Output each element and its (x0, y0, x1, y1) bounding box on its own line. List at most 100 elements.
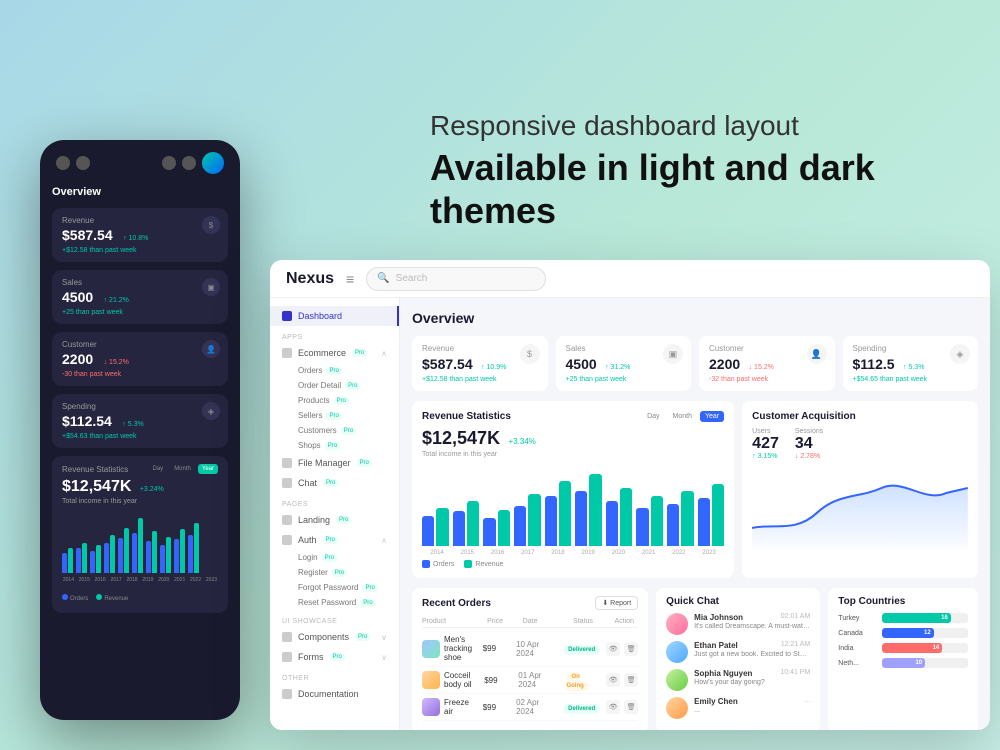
order-view-btn-3[interactable]: 👁 (606, 700, 620, 714)
sidebar-subitem-sellers[interactable]: Sellers Pro (270, 408, 399, 423)
product-thumb-3 (422, 698, 440, 716)
chat-item-4: Emily Chen ... ... (666, 697, 810, 719)
spending-card-icon: ◈ (950, 344, 970, 364)
ecommerce-badge: Pro (352, 349, 367, 357)
product-thumb-2 (422, 671, 440, 689)
topbar-search-icon: 🔍 (377, 273, 389, 284)
order-delete-btn-1[interactable]: 🗑 (624, 642, 638, 656)
order-status-2: On Going (566, 672, 588, 691)
quick-chat-panel: Quick Chat Mia Johnson 02:01 AM It's cal… (656, 588, 820, 730)
mobile-sales-card: Sales 4500 ↑ 21.2% +25 than past week ▣ (52, 270, 228, 324)
order-date-2: 01 Apr 2024 (518, 671, 560, 689)
mobile-search-icon (76, 156, 90, 170)
sidebar-item-ecommerce[interactable]: Ecommerce Pro ∧ (270, 343, 399, 363)
table-row: Freeze air $99 02 Apr 2024 Delivered 👁 🗑 (422, 694, 638, 721)
sidebar-section-apps: Apps (270, 326, 399, 343)
mobile-settings-icon (162, 156, 176, 170)
col-header-status: Status (573, 618, 608, 625)
chat-content-4: Emily Chen ... ... (694, 697, 810, 719)
mobile-chart-legend: Orders Revenue (62, 587, 218, 605)
acq-users-label: Users (752, 428, 779, 435)
sidebar-item-documentation[interactable]: Documentation (270, 684, 399, 704)
country-bar-bg-neth: 10 (882, 658, 968, 668)
sellers-badge: Pro (326, 412, 341, 420)
mobile-chart-bars (62, 513, 218, 573)
customer-card-growth: ↓ 15.2% (749, 364, 774, 371)
mobile-tab-year[interactable]: Year (198, 464, 218, 474)
rev-tab-year[interactable]: Year (700, 411, 724, 422)
chat-msg-2: Just got a new book. Excited to Start... (694, 651, 810, 658)
acq-users: Users 427 ↑ 3.15% (752, 428, 779, 460)
country-row-neth: Neth... 10 (838, 658, 968, 668)
chat-avatar-2 (666, 641, 688, 663)
chat-content-2: Ethan Patel 12:21 AM Just got a new book… (694, 641, 810, 663)
sidebar-subitem-register[interactable]: Register Pro (270, 565, 399, 580)
mobile-tab-day[interactable]: Day (149, 464, 168, 474)
landing-icon (282, 515, 292, 525)
rev-chart (422, 466, 724, 546)
sidebar-subitem-products[interactable]: Products Pro (270, 393, 399, 408)
order-delete-btn-2[interactable]: 🗑 (624, 673, 638, 687)
mobile-sales-sub: +25 than past week (62, 309, 218, 316)
country-row-canada: Canada 12 (838, 628, 968, 638)
sidebar-subitem-shops[interactable]: Shops Pro (270, 438, 399, 453)
sidebar-item-dashboard[interactable]: Dashboard (270, 306, 399, 326)
rev-tab-month[interactable]: Month (668, 411, 697, 422)
hero-subtitle: Responsive dashboard layout (430, 110, 950, 142)
sidebar-item-forms[interactable]: Forms Pro ∨ (270, 647, 399, 667)
order-view-btn-1[interactable]: 👁 (606, 642, 620, 656)
ecommerce-icon (282, 348, 292, 358)
sidebar-subitem-order-detail[interactable]: Order Detail Pro (270, 378, 399, 393)
chat-msg-3: How's your day going? (694, 679, 810, 686)
rev-value-row: $12,547K +3.34% (422, 428, 724, 449)
stat-card-sales: ▣ Sales 4500 ↑ 31.2% +25 than past week (556, 336, 692, 391)
sidebar-item-chat[interactable]: Chat Pro (270, 473, 399, 493)
order-view-btn-2[interactable]: 👁 (606, 673, 620, 687)
col-header-product: Product (422, 618, 481, 625)
desktop-main: Overview $ Revenue $587.54 ↑ 10.9% +$12.… (400, 298, 990, 730)
order-status-1: Delivered (563, 645, 600, 655)
order-delete-btn-3[interactable]: 🗑 (624, 700, 638, 714)
mobile-customer-growth: ↓ 15.2% (104, 359, 129, 366)
topbar-menu-icon[interactable]: ≡ (346, 271, 354, 287)
rev-tab-day[interactable]: Day (642, 411, 664, 422)
documentation-icon (282, 689, 292, 699)
acq-sessions-label: Sessions (795, 428, 823, 435)
file-manager-icon (282, 458, 292, 468)
mobile-stats-header: Revenue Statistics Day Month Year (62, 464, 218, 474)
sales-card-growth: ↑ 31.2% (605, 364, 630, 371)
country-val-neth: 10 (915, 660, 922, 666)
file-manager-badge: Pro (357, 459, 372, 467)
desktop-topbar: Nexus ≡ 🔍 Search (270, 260, 990, 298)
sidebar-item-file-manager[interactable]: File Manager Pro (270, 453, 399, 473)
mobile-avatar (202, 152, 224, 174)
mobile-revenue-icon: $ (202, 216, 220, 234)
mobile-tab-month[interactable]: Month (170, 464, 195, 474)
mobile-customer-card: Customer 2200 ↓ 15.2% -30 than past week… (52, 332, 228, 386)
mobile-revenue-value: $587.54 ↑ 10.8% (62, 227, 218, 245)
forms-icon (282, 652, 292, 662)
sidebar-subitem-reset-password[interactable]: Reset Password Pro (270, 595, 399, 610)
order-price-3: $99 (483, 703, 510, 712)
country-bar-bg-india: 14 (882, 643, 968, 653)
topbar-search[interactable]: 🔍 Search (366, 267, 546, 291)
sidebar-subitem-customers[interactable]: Customers Pro (270, 423, 399, 438)
sidebar-section-ui: UI Showcase (270, 610, 399, 627)
mobile-spending-growth: ↑ 5.3% (122, 421, 143, 428)
orders-report-btn[interactable]: ⬇ Report (595, 596, 638, 610)
rev-title: Revenue Statistics (422, 411, 511, 422)
acq-users-growth: ↑ 3.15% (752, 453, 779, 460)
acq-stats: Users 427 ↑ 3.15% Sessions 34 ↓ 2.78% (752, 428, 968, 460)
rev-legend: Orders Revenue (422, 560, 724, 568)
sidebar-item-landing[interactable]: Landing Pro (270, 510, 399, 530)
sidebar-item-components[interactable]: Components Pro ∨ (270, 627, 399, 647)
mobile-spending-icon: ◈ (202, 402, 220, 420)
sidebar-subitem-orders[interactable]: Orders Pro (270, 363, 399, 378)
sidebar-item-auth[interactable]: Auth Pro ∧ (270, 530, 399, 550)
sidebar-subitem-login[interactable]: Login Pro (270, 550, 399, 565)
country-name-turkey: Turkey (838, 615, 878, 622)
sidebar-subitem-forgot-password[interactable]: Forgot Password Pro (270, 580, 399, 595)
chat-name-2: Ethan Patel (694, 641, 738, 650)
auth-badge: Pro (323, 536, 338, 544)
chat-item-2: Ethan Patel 12:21 AM Just got a new book… (666, 641, 810, 663)
